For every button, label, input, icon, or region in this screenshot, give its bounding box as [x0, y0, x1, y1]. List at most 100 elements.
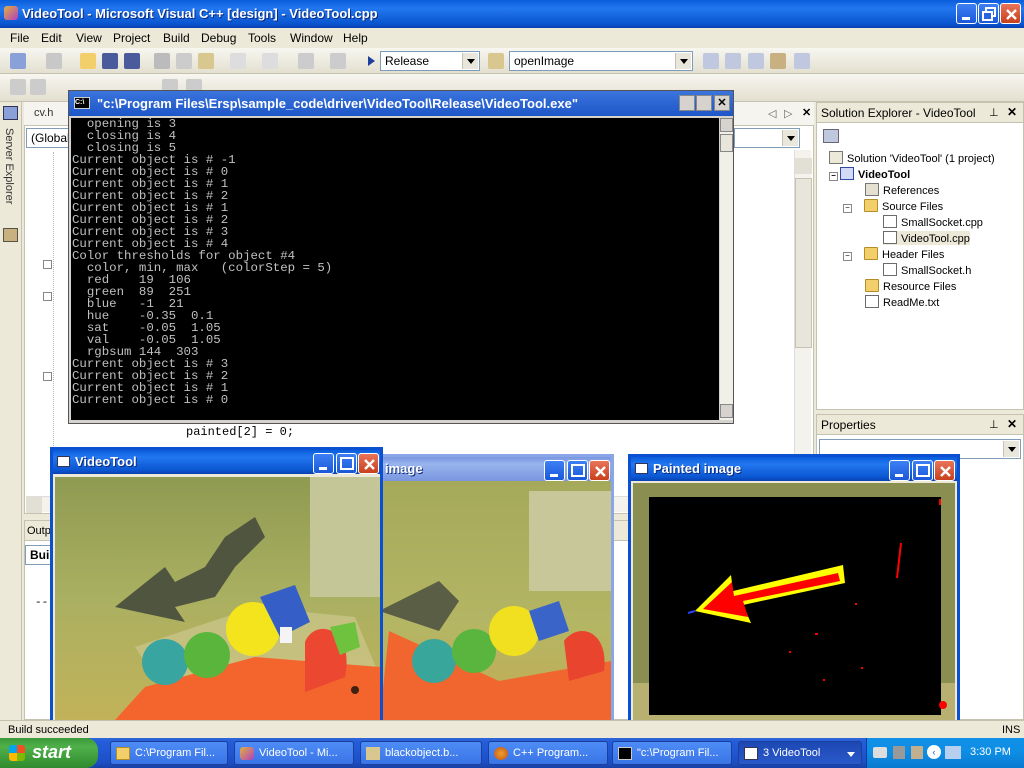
- image-window-middle[interactable]: image: [376, 454, 614, 730]
- new-project-icon[interactable]: [10, 53, 26, 69]
- image-window-painted-title-bar[interactable]: Painted image: [631, 457, 957, 481]
- properties-header[interactable]: Properties ⊥ ✕: [817, 415, 1023, 435]
- pin-icon[interactable]: ⊥: [989, 418, 999, 431]
- console-title-bar[interactable]: C:\ "c:\Program Files\Ersp\sample_code\d…: [69, 91, 733, 116]
- play-icon[interactable]: [368, 56, 375, 66]
- vs-minimize-button[interactable]: [956, 3, 977, 24]
- task-videotool-group[interactable]: 3 VideoTool: [738, 741, 862, 765]
- undo-icon[interactable]: [230, 53, 246, 69]
- chevron-down-icon[interactable]: [782, 130, 798, 146]
- tree-item-references[interactable]: References: [865, 183, 939, 197]
- menu-tools[interactable]: Tools: [248, 31, 276, 45]
- chevron-down-icon[interactable]: [847, 752, 855, 761]
- pin-icon[interactable]: ⊥: [989, 106, 999, 119]
- solution-explorer-header[interactable]: Solution Explorer - VideoTool ⊥ ✕: [817, 103, 1023, 123]
- task-explorer[interactable]: C:\Program Fil...: [110, 741, 228, 765]
- open-icon[interactable]: [80, 53, 96, 69]
- collapse-icon[interactable]: [43, 372, 52, 381]
- console-maximize-button[interactable]: [696, 95, 712, 111]
- maximize-button[interactable]: [912, 460, 933, 481]
- minimize-button[interactable]: [544, 460, 565, 481]
- tree-item-project[interactable]: − VideoTool: [829, 167, 910, 181]
- vs-title-bar[interactable]: VideoTool - Microsoft Visual C++ [design…: [0, 0, 1024, 28]
- image-window-videotool-title-bar[interactable]: VideoTool: [53, 450, 380, 474]
- navigate-forward-icon[interactable]: [330, 53, 346, 69]
- network-icon[interactable]: [945, 746, 961, 759]
- menu-help[interactable]: Help: [343, 31, 368, 45]
- add-item-icon[interactable]: [46, 53, 62, 69]
- console-minimize-button[interactable]: [679, 95, 695, 111]
- task-console[interactable]: "c:\Program Fil...: [612, 741, 732, 765]
- close-icon[interactable]: ✕: [1007, 417, 1017, 431]
- chevron-down-icon[interactable]: [675, 53, 691, 69]
- close-button[interactable]: [589, 460, 610, 481]
- find-in-files-icon[interactable]: [488, 53, 504, 69]
- close-icon[interactable]: ✕: [802, 106, 811, 119]
- vs-restore-button[interactable]: [978, 3, 999, 24]
- scope-select[interactable]: (Global: [26, 128, 70, 148]
- paste-icon[interactable]: [198, 53, 214, 69]
- close-icon[interactable]: ✕: [1007, 105, 1017, 119]
- menu-edit[interactable]: Edit: [41, 31, 62, 45]
- maximize-button[interactable]: [567, 460, 588, 481]
- image-window-painted[interactable]: Painted image: [628, 454, 960, 730]
- minimize-button[interactable]: [889, 460, 910, 481]
- save-all-icon[interactable]: [124, 53, 140, 69]
- image-window-videotool[interactable]: VideoTool: [50, 447, 383, 723]
- collapse-icon[interactable]: −: [829, 172, 838, 181]
- find-combo[interactable]: openImage: [509, 51, 693, 71]
- properties-icon[interactable]: [748, 53, 764, 69]
- solution-toolbar-icon[interactable]: [823, 129, 839, 143]
- scroll-left-icon[interactable]: [26, 497, 42, 513]
- member-select[interactable]: [734, 128, 800, 148]
- scroll-down-icon[interactable]: [720, 404, 733, 418]
- solution-config-select[interactable]: Release: [380, 51, 480, 71]
- tab-scroll-right-icon[interactable]: ▷: [784, 107, 792, 120]
- expand-tray-icon[interactable]: ‹: [927, 745, 941, 759]
- collapse-icon[interactable]: [43, 292, 52, 301]
- task-firefox[interactable]: C++ Program...: [488, 741, 608, 765]
- collapse-icon[interactable]: [43, 260, 52, 269]
- keyboard-icon[interactable]: [873, 747, 887, 758]
- image-window-middle-title-bar[interactable]: image: [379, 457, 611, 481]
- tree-item-smallsocket-h[interactable]: SmallSocket.h: [883, 263, 971, 277]
- scroll-thumb[interactable]: [720, 134, 733, 152]
- start-button[interactable]: start: [0, 738, 98, 768]
- task-visual-cpp[interactable]: VideoTool - Mi...: [234, 741, 354, 765]
- close-button[interactable]: [934, 460, 955, 481]
- console-close-button[interactable]: ✕: [714, 95, 730, 111]
- toolbar-icon[interactable]: [10, 79, 26, 95]
- vs-close-button[interactable]: [1000, 3, 1021, 24]
- copy-icon[interactable]: [176, 53, 192, 69]
- redo-icon[interactable]: [262, 53, 278, 69]
- tray-icon[interactable]: [893, 746, 905, 759]
- collapse-icon[interactable]: −: [843, 252, 852, 261]
- toolbox-icon[interactable]: [3, 228, 18, 242]
- more-icon[interactable]: [794, 53, 810, 69]
- solution-explorer-icon[interactable]: [703, 53, 719, 69]
- toolbar-icon[interactable]: [30, 79, 46, 95]
- toolbox-icon[interactable]: [770, 53, 786, 69]
- menu-debug[interactable]: Debug: [201, 31, 236, 45]
- navigate-back-icon[interactable]: [298, 53, 314, 69]
- minimize-button[interactable]: [313, 453, 334, 474]
- tray-icon[interactable]: [911, 746, 923, 759]
- tree-item-readme[interactable]: ReadMe.txt: [865, 295, 939, 309]
- close-button[interactable]: [358, 453, 379, 474]
- server-explorer-tab[interactable]: Server Explorer: [3, 128, 15, 204]
- console-scrollbar[interactable]: [720, 118, 733, 420]
- menu-project[interactable]: Project: [113, 31, 150, 45]
- clock[interactable]: 3:30 PM: [970, 746, 1011, 758]
- tab-scroll-left-icon[interactable]: ◁: [768, 107, 776, 120]
- tab-cv-h[interactable]: cv.h: [34, 107, 53, 119]
- scroll-up-icon[interactable]: [795, 158, 812, 174]
- scroll-thumb[interactable]: [795, 178, 812, 348]
- task-blackobject[interactable]: blackobject.b...: [360, 741, 482, 765]
- server-explorer-icon[interactable]: [3, 106, 18, 120]
- tree-item-resource-files[interactable]: Resource Files: [865, 279, 956, 293]
- menu-window[interactable]: Window: [290, 31, 333, 45]
- tree-item-smallsocket-cpp[interactable]: SmallSocket.cpp: [883, 215, 983, 229]
- class-view-icon[interactable]: [725, 53, 741, 69]
- cut-icon[interactable]: [154, 53, 170, 69]
- chevron-down-icon[interactable]: [462, 53, 478, 69]
